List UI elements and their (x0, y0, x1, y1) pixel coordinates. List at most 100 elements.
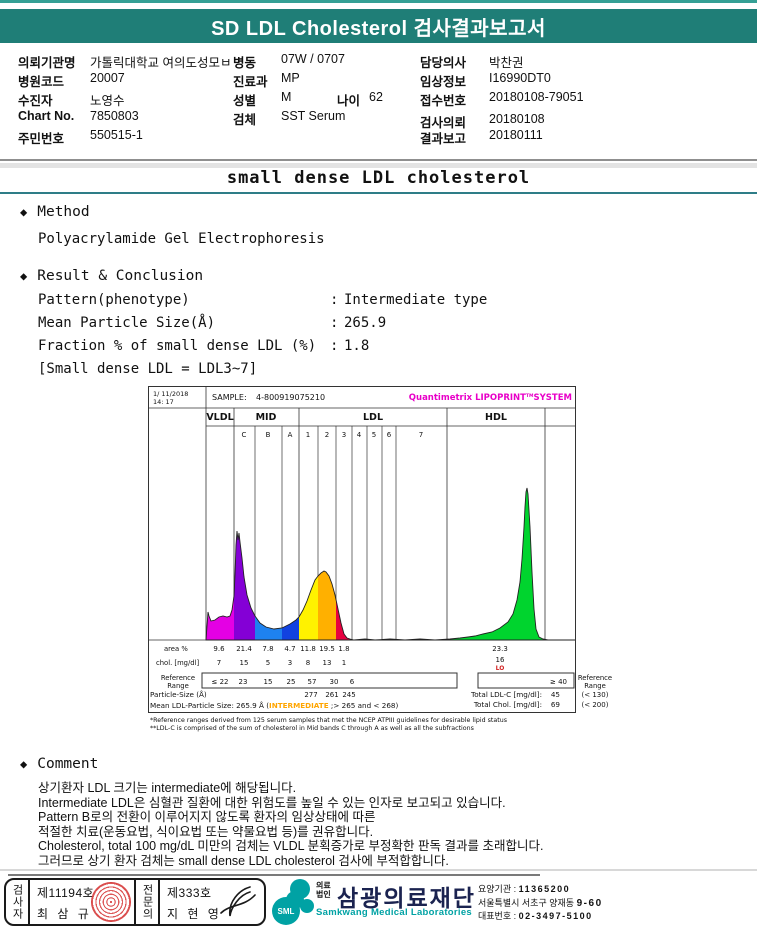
patient-field-value: 550515-1 (90, 128, 143, 142)
ref-value: 6 (350, 678, 355, 686)
comment-line: 그러므로 상기 환자 검체는 small dense LDL cholester… (38, 854, 449, 868)
sample-label: SAMPLE: (212, 393, 247, 402)
group-label: MID (256, 412, 277, 423)
sub-band-label: C (242, 431, 247, 439)
patient-field-label: 결과보고 (420, 132, 467, 146)
org-type-label: 의료 법인 (316, 881, 331, 899)
result-colon: : (330, 315, 339, 331)
chol-value: 7 (217, 659, 221, 667)
patient-field-label: 나이 (337, 94, 361, 108)
result-value: Intermediate type (344, 292, 488, 308)
result-label: Fraction % of small dense LDL (%) (38, 338, 317, 354)
area-pct: 9.6 (213, 645, 225, 653)
specialist-cell: 제333호 지 현 영 (160, 880, 264, 924)
patient-field-value: M (281, 90, 292, 104)
sub-band-label: 6 (387, 431, 392, 439)
chart-date: 1/ 11/2018 (153, 390, 188, 398)
ref-value: ≤ 22 (212, 678, 229, 686)
method-heading-label: Method (37, 204, 90, 220)
top-accent-strip (0, 0, 757, 3)
comment-heading-label: Comment (37, 756, 99, 772)
patient-field-value: 20007 (90, 71, 125, 85)
area-pct: 1.8 (338, 645, 349, 653)
total-chol-value: 69 (551, 700, 561, 709)
result-row-fraction: Fraction % of small dense LDL (%):1.8 (38, 338, 369, 354)
red-seal-stamp-icon (91, 882, 131, 922)
result-colon: : (330, 338, 339, 354)
comment-line: Intermediate LDL은 심혈관 질환에 대한 위험도를 높일 수 있… (38, 795, 506, 810)
fraction-area-HDL (447, 488, 575, 640)
sample-id: 4-800919075210 (256, 393, 325, 402)
area-pct: 21.4 (236, 645, 252, 653)
chart-time: 14: 17 (153, 398, 174, 406)
area-pct-hdl: 23.3 (492, 645, 508, 653)
contact-line-2: 서울특별시 서초구 양재동 9-60 (478, 897, 603, 911)
chol-value: 8 (306, 659, 310, 667)
mean-particle-line: Mean LDL-Particle Size: 265.9 Å (INTERME… (150, 701, 398, 710)
row-label-chol: chol. [mg/dl] (156, 659, 199, 667)
org-contact-block: 요양기관 : 11365200 서울특별시 서초구 양재동 9-60 대표번호 … (478, 883, 603, 924)
patient-field-value: I16990DT0 (489, 71, 551, 85)
document-title: small dense LDL cholesterol (226, 168, 531, 188)
sub-band-label: 5 (372, 431, 376, 439)
patient-field-value: 62 (369, 90, 383, 104)
sml-logo-text: SML (278, 907, 295, 916)
org-type-line2: 법인 (316, 890, 331, 899)
diamond-bullet-icon: ◆ (20, 757, 28, 771)
specialist-role-label: 전문의 (134, 880, 160, 924)
method-heading: ◆ Method (20, 204, 90, 220)
chol-value: 3 (288, 659, 292, 667)
patient-field-label: 접수번호 (420, 94, 467, 108)
ref-value: 30 (330, 678, 339, 686)
lo-flag: LO (496, 665, 505, 672)
ref-value: 15 (264, 678, 273, 686)
particle-size: 277 (304, 691, 317, 699)
total-ldl-label: Total LDL-C [mg/dl]: (470, 690, 542, 699)
result-colon: : (330, 292, 339, 308)
diamond-bullet-icon: ◆ (20, 205, 28, 219)
patient-field-value: 20180108 (489, 112, 545, 126)
ref-value-hdl: ≥ 40 (550, 678, 567, 686)
sub-band-label: 1 (306, 431, 310, 439)
total-chol-ref: (< 200) (582, 701, 609, 709)
sub-band-label: 3 (342, 431, 346, 439)
group-label: VLDL (206, 412, 233, 423)
patient-field-value: SST Serum (281, 109, 346, 123)
row-label-reference: Range (167, 682, 189, 690)
result-value: 1.8 (344, 338, 370, 354)
method-value: Polyacrylamide Gel Electrophoresis (38, 231, 325, 247)
chol-value: 5 (266, 659, 270, 667)
patient-field-label: 진료과 (233, 75, 268, 89)
org-type-line1: 의료 (316, 881, 331, 890)
divider-patient (0, 159, 757, 161)
patient-field-value: 7850803 (90, 109, 139, 123)
group-label: LDL (363, 412, 383, 423)
ref-value: 57 (308, 678, 317, 686)
report-title: SD LDL Cholesterol 검사결과보고서 (211, 17, 546, 40)
diamond-bullet-icon: ◆ (20, 269, 28, 283)
result-heading: ◆ Result & Conclusion (20, 268, 203, 284)
footer-divider-dark (8, 874, 540, 876)
examiner-role-label: 검사자 (6, 880, 30, 924)
patient-field-label: 의뢰기관명 (18, 56, 76, 70)
handwritten-signature-icon (220, 886, 256, 917)
contact-label-3: 대표번호 : (478, 911, 517, 921)
patient-field-value: 노영수 (90, 94, 125, 108)
signature-box: 검사자 제11194호 최 삼 규 전문의 제333호 지 현 영 (4, 878, 266, 926)
sub-band-label: 2 (325, 431, 329, 439)
contact-label-1: 요양기관 : (478, 884, 517, 894)
total-ldl-ref: (< 130) (582, 691, 609, 699)
right-reference-label: Reference (578, 674, 612, 682)
patient-field-label: 임상정보 (420, 75, 467, 89)
area-pct: 11.8 (300, 645, 316, 653)
total-chol-label: Total Chol. [mg/dl]: (473, 700, 542, 709)
patient-field-label: 담당의사 (420, 56, 467, 70)
org-name-english: Samkwang Medical Laboratories (316, 907, 472, 918)
chart-footnote: *Reference ranges derived from 125 serum… (150, 717, 507, 724)
comment-line: Cholesterol, total 100 mg/dL 미만의 검체는 VLD… (38, 839, 544, 854)
comment-heading: ◆ Comment (20, 756, 98, 772)
right-reference-label: Range (584, 682, 606, 690)
row-label-reference: Reference (161, 674, 195, 682)
area-pct: 4.7 (284, 645, 295, 653)
contact-address: 서울특별시 서초구 양재동 (478, 897, 575, 908)
